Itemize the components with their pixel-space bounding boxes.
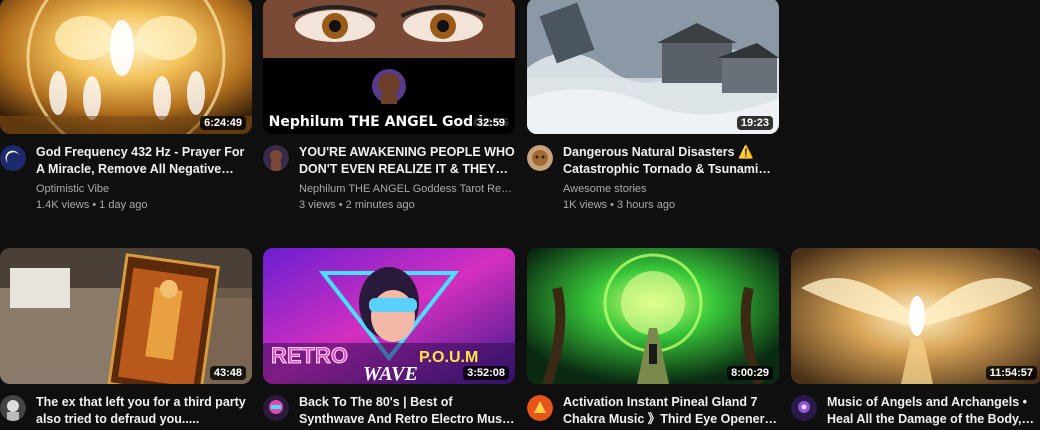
- channel-avatar[interactable]: [527, 145, 553, 171]
- channel-avatar[interactable]: [263, 395, 289, 421]
- video-title[interactable]: Music of Angels and Archangels • Heal Al…: [827, 394, 1040, 428]
- channel-avatar[interactable]: [263, 145, 289, 171]
- video-card[interactable]: 11:54:57 Music of Angels and Archangels …: [791, 248, 1040, 428]
- disaster-thumbnail-image: [527, 0, 779, 134]
- channel-name[interactable]: Nephilum THE ANGEL Goddess Tarot Reading…: [299, 181, 515, 197]
- channel-name[interactable]: Awesome stories: [563, 181, 779, 197]
- channel-avatar[interactable]: [791, 395, 817, 421]
- video-stats: 1K views • 3 hours ago: [563, 199, 676, 211]
- video-thumbnail[interactable]: 8:00:29: [527, 248, 779, 384]
- angel-thumbnail-image: [0, 0, 252, 134]
- thumbnail-text-retro: RETRO: [271, 343, 348, 368]
- channel-avatar[interactable]: [527, 395, 553, 421]
- angel-wings-thumbnail-image: [791, 248, 1040, 384]
- video-card[interactable]: 8:00:29 Activation Instant Pineal Gland …: [527, 248, 779, 428]
- video-thumbnail[interactable]: 43:48: [0, 248, 252, 384]
- video-thumbnail[interactable]: 11:54:57: [791, 248, 1040, 384]
- video-duration: 8:00:29: [727, 366, 773, 380]
- video-thumbnail[interactable]: RETRO WAVE P.O.U.M 3:52:08: [263, 248, 515, 384]
- channel-avatar[interactable]: [0, 145, 26, 171]
- video-title[interactable]: Activation Instant Pineal Gland 7 Chakra…: [563, 394, 779, 428]
- tarot-thumbnail-image: [0, 248, 252, 384]
- video-duration: 6:24:49: [200, 116, 246, 130]
- video-thumbnail[interactable]: 6:24:49: [0, 0, 252, 134]
- video-title[interactable]: The ex that left you for a third party a…: [36, 394, 252, 428]
- video-title[interactable]: God Frequency 432 Hz - Prayer For A Mira…: [36, 144, 252, 178]
- video-duration: 19:23: [736, 116, 773, 130]
- video-card[interactable]: 43:48 The ex that left you for a third p…: [0, 248, 252, 428]
- video-duration: 43:48: [209, 366, 246, 380]
- video-duration: 11:54:57: [985, 366, 1037, 380]
- video-title[interactable]: Dangerous Natural Disasters ⚠️ Catastrop…: [563, 144, 779, 178]
- video-card[interactable]: RETRO WAVE P.O.U.M 3:52:08 Back To The 8…: [263, 248, 515, 428]
- video-card[interactable]: Nephilum THE ANGEL Goddess 32:59 YOU'RE …: [263, 0, 515, 213]
- video-card[interactable]: 6:24:49 God Frequency 432 Hz - Prayer Fo…: [0, 0, 252, 213]
- video-thumbnail[interactable]: 19:23: [527, 0, 779, 134]
- video-duration: 32:59: [472, 116, 509, 130]
- thumbnail-text-poum: P.O.U.M: [419, 349, 478, 366]
- video-thumbnail[interactable]: Nephilum THE ANGEL Goddess 32:59: [263, 0, 515, 134]
- video-title[interactable]: Back To The 80's | Best of Synthwave And…: [299, 394, 515, 428]
- video-stats: 1.4K views • 1 day ago: [36, 199, 148, 211]
- pineal-thumbnail-image: [527, 248, 779, 384]
- synthwave-thumbnail-image: RETRO WAVE P.O.U.M: [263, 248, 515, 384]
- video-duration: 3:52:08: [463, 366, 509, 380]
- channel-avatar[interactable]: [0, 395, 26, 421]
- video-card[interactable]: 19:23 Dangerous Natural Disasters ⚠️ Cat…: [527, 0, 779, 213]
- video-title[interactable]: YOU'RE AWAKENING PEOPLE WHO DON'T EVEN R…: [299, 144, 515, 178]
- video-stats: 3 views • 2 minutes ago: [299, 199, 415, 211]
- thumbnail-text-wave: WAVE: [363, 363, 418, 384]
- channel-name[interactable]: Optimistic Vibe: [36, 181, 252, 197]
